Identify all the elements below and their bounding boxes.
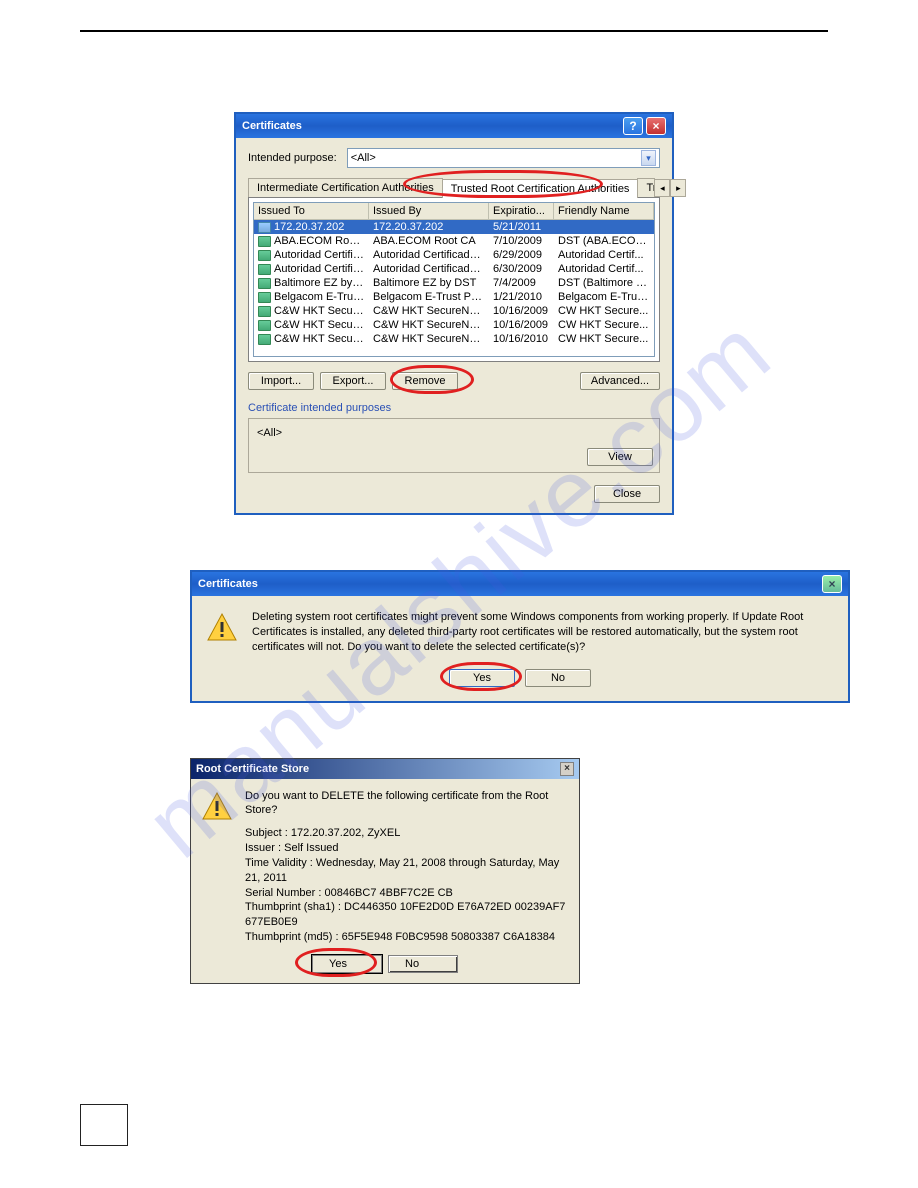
certificate-list[interactable]: Issued To Issued By Expiratio... Friendl… bbox=[253, 202, 655, 357]
titlebar: Certificates × bbox=[192, 572, 848, 596]
warning-icon bbox=[201, 791, 233, 823]
titlebar: Root Certificate Store × bbox=[191, 759, 579, 779]
export-button[interactable]: Export... bbox=[320, 372, 386, 390]
title-text: Certificates bbox=[242, 120, 302, 132]
help-button[interactable]: ? bbox=[623, 117, 643, 135]
yes-button[interactable]: Yes bbox=[449, 669, 515, 687]
purposes-section-label: Certificate intended purposes bbox=[248, 402, 660, 414]
tab-trusted-publishers[interactable]: Trusted Publ bbox=[637, 178, 655, 197]
no-button[interactable]: No bbox=[525, 669, 591, 687]
import-button[interactable]: Import... bbox=[248, 372, 314, 390]
remove-button[interactable]: Remove bbox=[392, 372, 458, 390]
close-button[interactable]: × bbox=[560, 762, 574, 776]
view-button[interactable]: View bbox=[587, 448, 653, 466]
purpose-value: <All> bbox=[351, 152, 376, 164]
purposes-box: <All> View bbox=[248, 418, 660, 473]
certificates-dialog: Certificates ? × Intended purpose: <All>… bbox=[234, 112, 674, 515]
tabstrip: Intermediate Certification Authorities T… bbox=[248, 178, 660, 198]
yes-button[interactable]: Yes bbox=[312, 955, 382, 973]
page-top-rule bbox=[80, 30, 828, 32]
purposes-value: <All> bbox=[257, 427, 282, 439]
md5-line: Thumbprint (md5) : 65F5E948 F0BC9598 508… bbox=[245, 930, 569, 945]
tab-scroll-left[interactable]: ◂ bbox=[654, 179, 670, 197]
root-store-dialog: Root Certificate Store × Do you want to … bbox=[190, 758, 580, 984]
purpose-select[interactable]: <All> ▾ bbox=[347, 148, 660, 168]
issuer-line: Issuer : Self Issued bbox=[245, 841, 569, 856]
chevron-down-icon: ▾ bbox=[641, 150, 656, 166]
confirm-message: Deleting system root certificates might … bbox=[252, 610, 834, 655]
table-row[interactable]: C&W HKT SecureN...C&W HKT SecureNet ...1… bbox=[254, 332, 654, 346]
table-row[interactable]: C&W HKT SecureN...C&W HKT SecureNet ...1… bbox=[254, 318, 654, 332]
close-dialog-button[interactable]: Close bbox=[594, 485, 660, 503]
tab-intermediate[interactable]: Intermediate Certification Authorities bbox=[248, 178, 443, 197]
warning-icon bbox=[206, 612, 238, 644]
confirm-delete-dialog: Certificates × Deleting system root cert… bbox=[190, 570, 850, 703]
root-store-text: Do you want to DELETE the following cert… bbox=[245, 789, 569, 945]
col-issued-by[interactable]: Issued By bbox=[369, 203, 489, 220]
titlebar: Certificates ? × bbox=[236, 114, 672, 138]
advanced-button[interactable]: Advanced... bbox=[580, 372, 660, 390]
title-text: Root Certificate Store bbox=[196, 763, 309, 775]
col-issued-to[interactable]: Issued To bbox=[254, 203, 369, 220]
validity-line: Time Validity : Wednesday, May 21, 2008 … bbox=[245, 856, 569, 886]
no-button[interactable]: No bbox=[388, 955, 458, 973]
tab-scroll-right[interactable]: ▸ bbox=[670, 179, 686, 197]
table-row[interactable]: C&W HKT SecureN...C&W HKT SecureNet ...1… bbox=[254, 304, 654, 318]
close-button[interactable]: × bbox=[822, 575, 842, 593]
title-text: Certificates bbox=[198, 578, 258, 590]
purpose-label: Intended purpose: bbox=[248, 152, 337, 164]
table-row[interactable]: Autoridad Certifica...Autoridad Certific… bbox=[254, 262, 654, 276]
table-row[interactable]: Belgacom E-Trust P...Belgacom E-Trust Pr… bbox=[254, 290, 654, 304]
col-friendly-name[interactable]: Friendly Name bbox=[554, 203, 654, 220]
list-header: Issued To Issued By Expiratio... Friendl… bbox=[254, 203, 654, 220]
close-button[interactable]: × bbox=[646, 117, 666, 135]
tab-trusted-root[interactable]: Trusted Root Certification Authorities bbox=[442, 179, 639, 198]
subject-line: Subject : 172.20.37.202, ZyXEL bbox=[245, 826, 569, 841]
footer-page-box bbox=[80, 1104, 128, 1146]
col-expiration[interactable]: Expiratio... bbox=[489, 203, 554, 220]
table-row[interactable]: ABA.ECOM Root CAABA.ECOM Root CA7/10/200… bbox=[254, 234, 654, 248]
table-row[interactable]: Autoridad Certifica...Autoridad Certific… bbox=[254, 248, 654, 262]
table-row[interactable]: Baltimore EZ by DSTBaltimore EZ by DST7/… bbox=[254, 276, 654, 290]
question: Do you want to DELETE the following cert… bbox=[245, 789, 569, 819]
sha1-line: Thumbprint (sha1) : DC446350 10FE2D0D E7… bbox=[245, 900, 569, 930]
serial-line: Serial Number : 00846BC7 4BBF7C2E CB bbox=[245, 886, 569, 901]
table-row[interactable]: 172.20.37.202172.20.37.2025/21/2011 bbox=[254, 220, 654, 234]
